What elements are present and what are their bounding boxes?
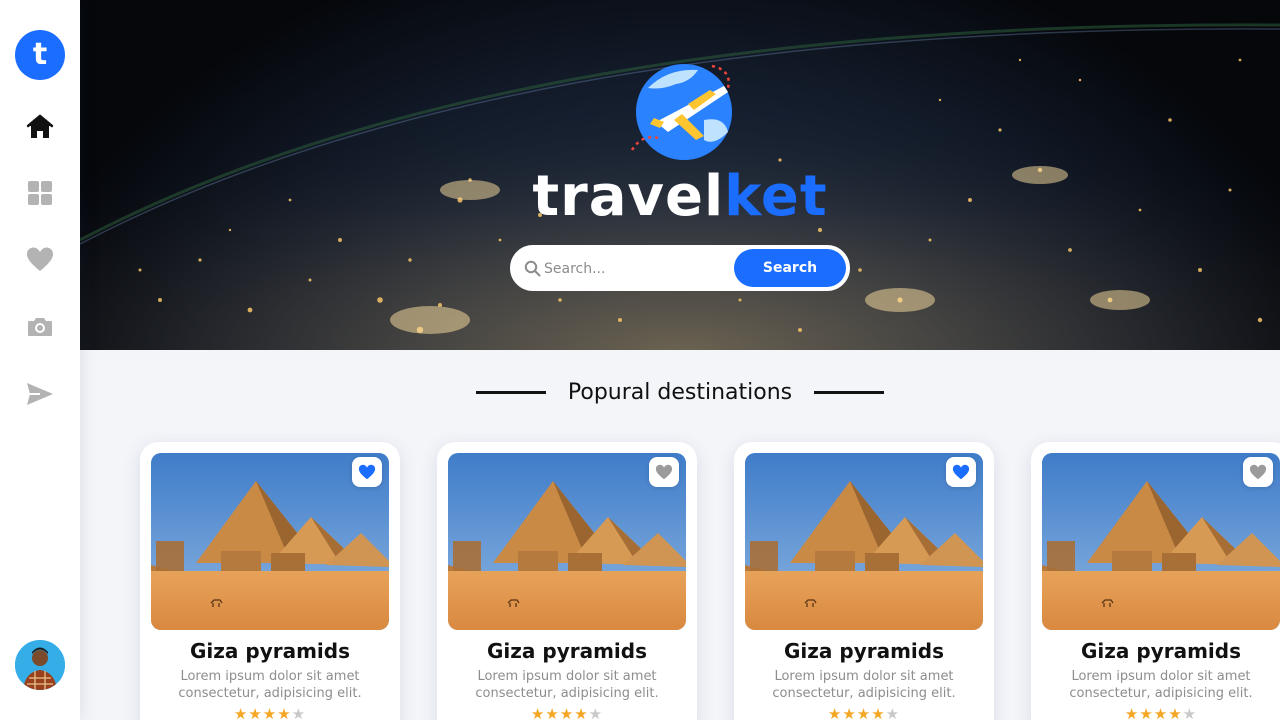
star-filled-icon: ★ [1153, 705, 1169, 720]
brand-wordmark: travelket [80, 162, 1280, 232]
section-header: Popural destinations [80, 372, 1280, 412]
star-filled-icon: ★ [1139, 705, 1154, 720]
star-filled-icon: ★ [871, 705, 886, 720]
card-description: Lorem ipsum dolor sit amet consectetur, … [178, 669, 362, 701]
rating-stars: ★★★★★ [140, 706, 400, 720]
star-empty-icon: ★ [291, 705, 307, 720]
card-description: Lorem ipsum dolor sit amet consectetur, … [475, 669, 659, 701]
card-description: Lorem ipsum dolor sit amet consectetur, … [1069, 669, 1253, 701]
app-logo[interactable]: t [15, 30, 65, 80]
heart-icon [952, 464, 970, 480]
destination-card[interactable]: Giza pyramids Lorem ipsum dolor sit amet … [734, 442, 994, 720]
avatar-icon [15, 640, 65, 690]
card-title: Giza pyramids [784, 639, 944, 663]
search-button[interactable]: Search [734, 249, 846, 287]
rating-stars: ★★★★★ [734, 706, 994, 720]
destination-card[interactable]: Giza pyramids Lorem ipsum dolor sit amet … [140, 442, 400, 720]
star-filled-icon: ★ [1124, 705, 1140, 720]
star-filled-icon: ★ [856, 705, 872, 720]
sidebar-item-grid[interactable] [20, 173, 60, 213]
star-filled-icon: ★ [545, 705, 560, 720]
star-filled-icon: ★ [574, 705, 589, 720]
card-description: Lorem ipsum dolor sit amet consectetur, … [772, 669, 956, 701]
grid-icon [28, 181, 52, 205]
star-empty-icon: ★ [885, 705, 901, 720]
card-title: Giza pyramids [1081, 639, 1241, 663]
divider-left [475, 390, 546, 394]
camera-icon [28, 318, 52, 336]
send-icon [27, 383, 53, 405]
brand-part-ket: ket [724, 164, 828, 229]
star-filled-icon: ★ [262, 705, 278, 720]
brand-part-travel: travel [532, 164, 725, 229]
sidebar-item-camera[interactable] [20, 307, 60, 347]
rating-stars: ★★★★★ [437, 706, 697, 720]
divider-right [814, 390, 885, 394]
heart-icon [27, 247, 53, 271]
destination-card[interactable]: Giza pyramids Lorem ipsum dolor sit amet … [1031, 442, 1280, 720]
hero-banner: travelket Search [80, 0, 1280, 350]
destination-card[interactable]: Giza pyramids Lorem ipsum dolor sit amet … [437, 442, 697, 720]
rating-stars: ★★★★★ [1031, 706, 1280, 720]
card-title: Giza pyramids [487, 639, 647, 663]
search-input[interactable] [544, 255, 734, 283]
search-bar: Search [510, 245, 850, 291]
user-avatar[interactable] [15, 640, 65, 690]
sidebar-item-home[interactable] [20, 107, 60, 147]
star-filled-icon: ★ [827, 705, 843, 720]
star-filled-icon: ★ [248, 705, 263, 720]
star-empty-icon: ★ [1182, 705, 1198, 720]
heart-icon [1249, 464, 1267, 480]
section-title: Popural destinations [567, 379, 793, 405]
star-filled-icon: ★ [1168, 705, 1183, 720]
star-empty-icon: ★ [588, 705, 604, 720]
star-filled-icon: ★ [530, 705, 546, 720]
favorite-button[interactable] [352, 457, 382, 487]
heart-icon [358, 464, 376, 480]
favorite-button[interactable] [649, 457, 679, 487]
destination-cards: Giza pyramids Lorem ipsum dolor sit amet … [140, 442, 1280, 720]
favorite-button[interactable] [946, 457, 976, 487]
heart-icon [655, 464, 673, 480]
home-icon [26, 114, 54, 138]
sidebar: t [0, 0, 80, 720]
sidebar-item-favorites[interactable] [20, 240, 60, 280]
star-filled-icon: ★ [233, 705, 249, 720]
star-filled-icon: ★ [559, 705, 575, 720]
card-title: Giza pyramids [190, 639, 350, 663]
sidebar-item-send[interactable] [20, 374, 60, 414]
favorite-button[interactable] [1243, 457, 1273, 487]
search-icon [524, 260, 541, 277]
star-filled-icon: ★ [277, 705, 292, 720]
travel-globe-logo-icon [630, 64, 732, 160]
star-filled-icon: ★ [842, 705, 857, 720]
